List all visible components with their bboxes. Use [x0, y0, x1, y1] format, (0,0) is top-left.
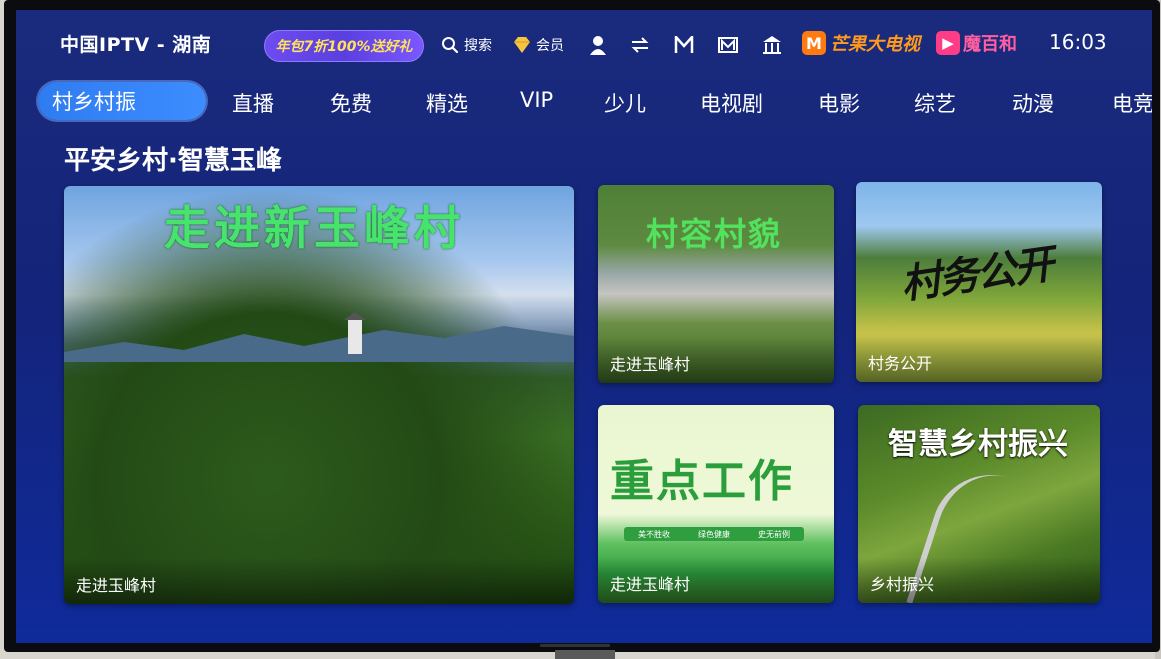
app-icon-m — [718, 35, 738, 55]
banner-item: 美不胜收 — [638, 529, 670, 539]
mango-icon: M — [802, 31, 826, 55]
card-overlay-title: 村务公开 — [897, 240, 1056, 309]
card-main-village[interactable]: 走进新玉峰村 走进玉峰村 — [64, 186, 574, 604]
account-button[interactable] — [588, 35, 608, 55]
section-title: 平安乡村·智慧玉峰 — [64, 146, 282, 176]
switch-button[interactable] — [630, 35, 650, 55]
app-m-button[interactable] — [718, 35, 738, 55]
top-bar: 中国IPTV - 湖南 年包7折100%送好礼 搜索 会员 M 芒果大电视 ▶ … — [16, 10, 1152, 76]
card-caption: 村务公开 — [856, 336, 1102, 382]
vip-diamond-icon — [512, 35, 532, 55]
brand-logo: 中国IPTV - 湖南 — [60, 34, 212, 56]
card-smart-village[interactable]: 智慧乡村振兴 乡村振兴 — [858, 405, 1100, 603]
tab-esports[interactable]: 电竞 — [1112, 88, 1152, 118]
government-button[interactable] — [762, 35, 782, 55]
tab-featured[interactable]: 精选 — [426, 88, 468, 118]
mobaihe-label: 魔百和 — [963, 34, 1017, 55]
search-label: 搜索 — [464, 38, 492, 54]
tab-rural-revival[interactable]: 村乡村振 — [38, 82, 206, 120]
mobaihe-icon: ▶ — [936, 31, 960, 55]
card-caption: 走进玉峰村 — [598, 557, 834, 603]
banner-item: 绿色健康 — [698, 529, 730, 539]
app-icon-n — [674, 35, 694, 55]
switch-icon — [630, 35, 650, 55]
card-caption: 走进玉峰村 — [64, 558, 574, 604]
building-icon — [762, 35, 782, 55]
tv-screen: 中国IPTV - 湖南 年包7折100%送好礼 搜索 会员 M 芒果大电视 ▶ … — [16, 10, 1152, 643]
member-label: 会员 — [536, 38, 564, 54]
tab-movies[interactable]: 电影 — [818, 88, 860, 118]
search-icon — [440, 35, 460, 55]
clock: 16:03 — [1049, 30, 1107, 54]
tv-stand — [555, 650, 615, 659]
nav-tabs: 村乡村振 直播 免费 精选 VIP 少儿 电视剧 电影 综艺 动漫 电竞 — [16, 78, 1152, 126]
mountain-illustration — [64, 312, 574, 362]
tab-kids[interactable]: 少儿 — [604, 88, 646, 118]
tab-variety[interactable]: 综艺 — [914, 88, 956, 118]
card-overlay-title: 重点工作 — [610, 456, 794, 507]
card-overlay-title: 走进新玉峰村 — [164, 201, 464, 255]
card-village-appearance[interactable]: 村容村貌 走进玉峰村 — [598, 185, 834, 383]
search-button[interactable]: 搜索 — [440, 35, 492, 55]
card-village-affairs[interactable]: 村务公开 村务公开 — [856, 182, 1102, 382]
card-key-work[interactable]: 重点工作 美不胜收 绿色健康 史无前例 走进玉峰村 — [598, 405, 834, 603]
mango-tv-logo[interactable]: M 芒果大电视 — [802, 28, 920, 58]
card-overlay-title: 智慧乡村振兴 — [888, 427, 1068, 462]
mobaihe-logo[interactable]: ▶ 魔百和 — [936, 28, 1017, 58]
banner-item: 史无前例 — [758, 529, 790, 539]
user-icon — [588, 35, 608, 55]
card-caption: 走进玉峰村 — [598, 337, 834, 383]
card-overlay-title: 村容村貌 — [646, 215, 783, 253]
tab-live[interactable]: 直播 — [232, 88, 274, 118]
member-button[interactable]: 会员 — [512, 35, 564, 55]
tab-vip[interactable]: VIP — [520, 88, 553, 112]
mango-label: 芒果大电视 — [830, 34, 920, 55]
tab-free[interactable]: 免费 — [330, 88, 372, 118]
tab-tv-series[interactable]: 电视剧 — [700, 88, 763, 118]
tv-brand-mark — [540, 644, 610, 647]
tab-anime[interactable]: 动漫 — [1012, 88, 1054, 118]
promo-banner[interactable]: 年包7折100%送好礼 — [264, 30, 424, 62]
card-banner: 美不胜收 绿色健康 史无前例 — [624, 527, 804, 541]
app-n-button[interactable] — [674, 35, 694, 55]
card-caption: 乡村振兴 — [858, 557, 1100, 603]
